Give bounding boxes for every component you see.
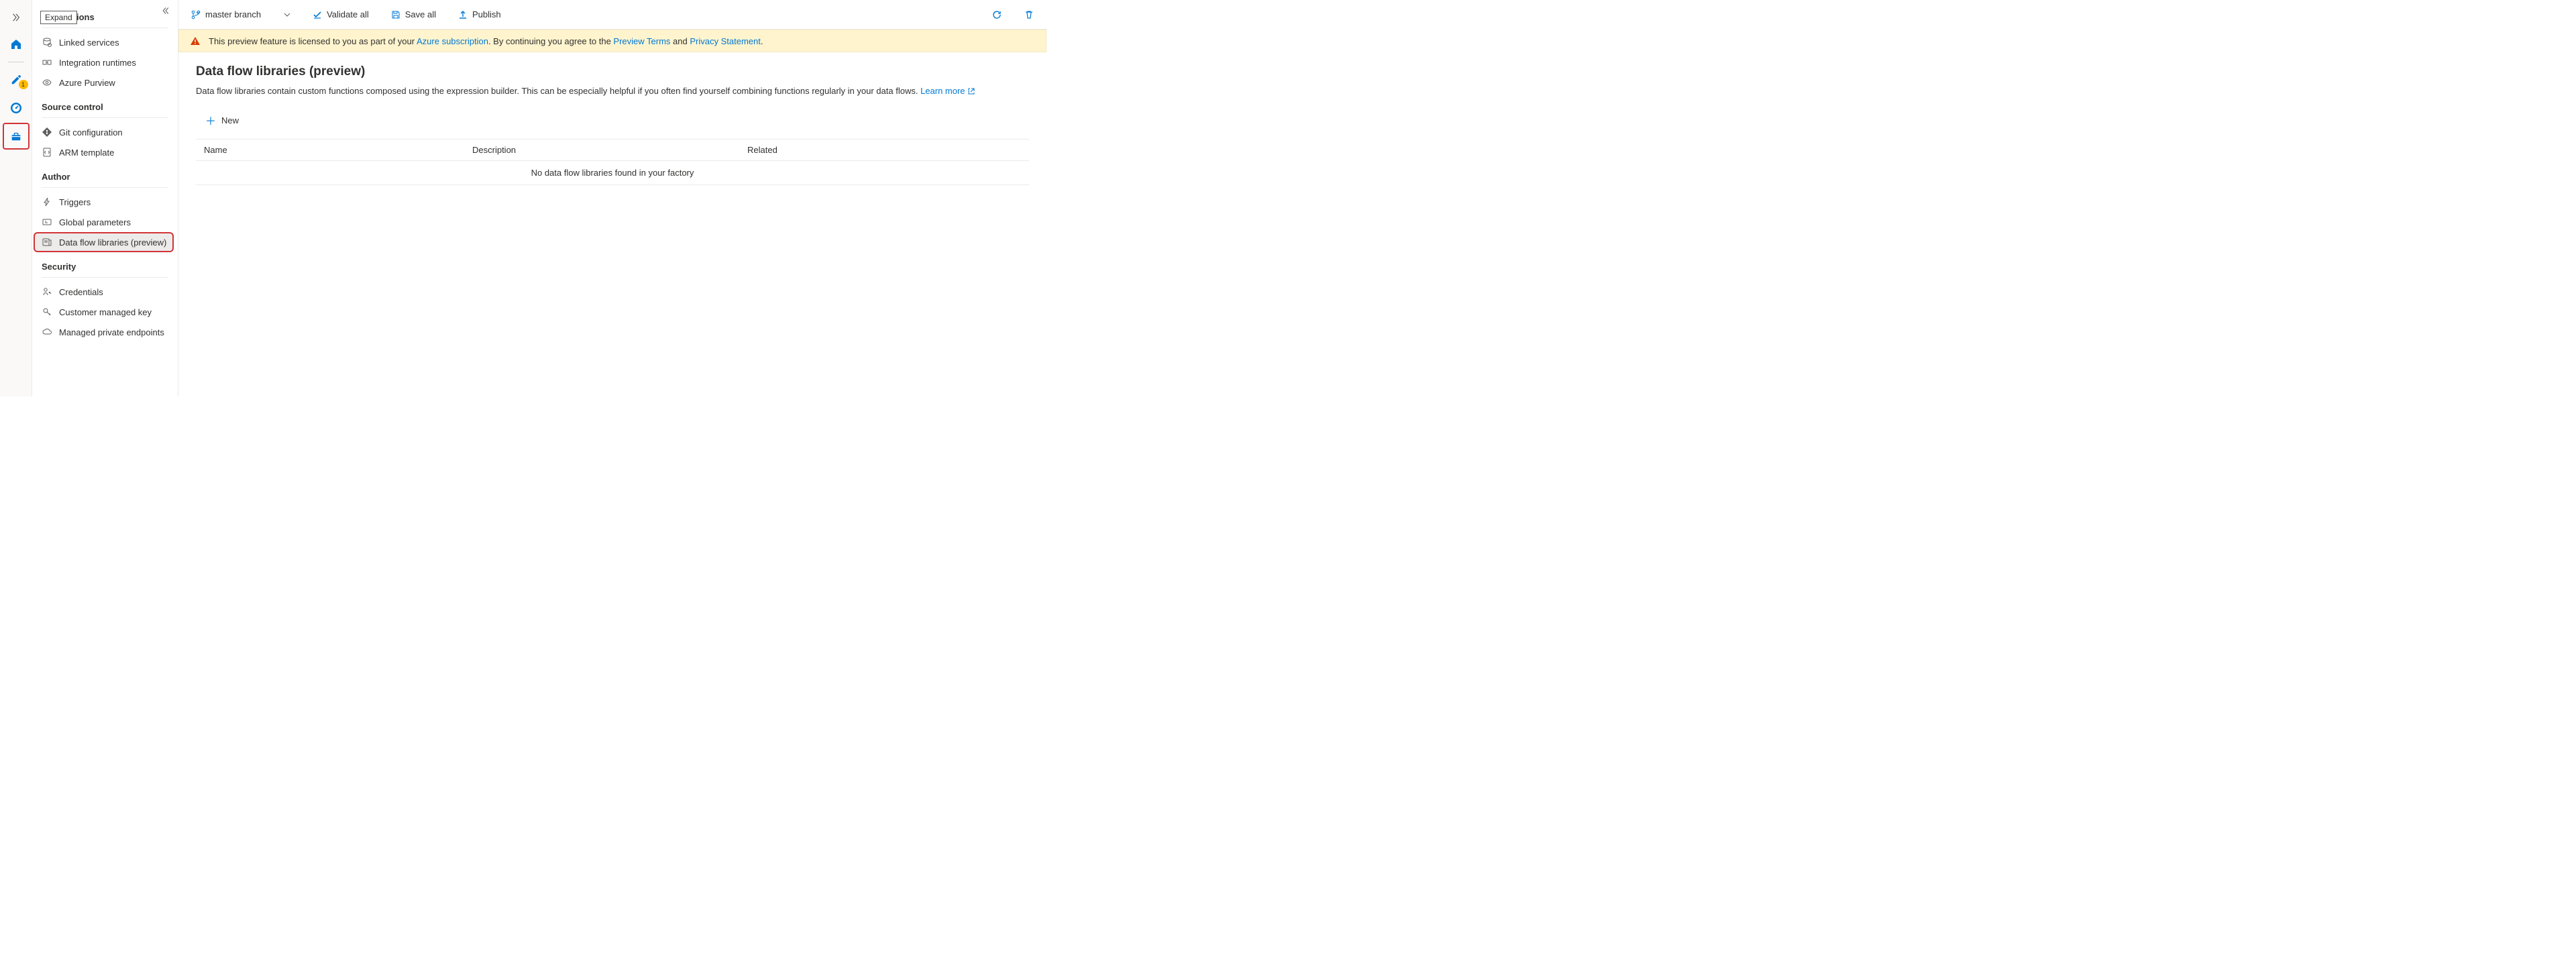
column-header-related[interactable]: Related [747,145,1021,155]
credentials-icon [42,286,52,297]
new-button-label: New [221,115,239,125]
publish-button[interactable]: Publish [453,7,505,23]
table-header: Name Description Related [196,140,1029,161]
sidebar-item-data-flow-libraries[interactable]: Data flow libraries (preview) [34,232,174,252]
save-all-button[interactable]: Save all [386,7,440,23]
nav-manage[interactable] [3,123,30,150]
sidebar-group-security: Security Credentials Customer managed ke… [32,258,178,342]
parameters-icon [42,217,52,227]
arm-template-icon [42,147,52,158]
external-link-icon [967,87,975,95]
sidebar-item-label: Linked services [59,38,119,48]
content: Data flow libraries (preview) Data flow … [178,52,1046,197]
delete-button[interactable] [1020,7,1038,23]
gauge-icon [9,101,23,115]
column-header-name[interactable]: Name [204,145,472,155]
nav-monitor[interactable] [3,95,30,121]
trigger-icon [42,197,52,207]
integration-runtimes-icon [42,57,52,68]
validate-icon [312,9,323,20]
settings-sidebar: Connections Linked services Integration … [32,0,178,396]
sidebar-item-label: Credentials [59,287,103,297]
key-icon [42,307,52,317]
branch-icon [191,9,201,20]
sidebar-divider [42,117,168,118]
chevron-double-right-icon [11,13,21,22]
sidebar-item-label: Customer managed key [59,307,152,317]
sidebar-item-label: Azure Purview [59,78,115,88]
toolbar: master branch Validate all Save all Publ… [178,0,1046,30]
sidebar-group-source-control: Source control Git configuration ARM tem… [32,98,178,162]
linked-services-icon [42,37,52,48]
branch-label: master branch [205,9,261,19]
banner-link-privacy[interactable]: Privacy Statement [690,36,761,46]
toolbox-icon [10,130,22,142]
toolbar-button-label: Validate all [327,9,369,19]
sidebar-item-azure-purview[interactable]: Azure Purview [32,72,178,93]
page-title: Data flow libraries (preview) [196,64,1029,79]
nav-home[interactable] [3,31,30,58]
expand-rail-button[interactable] [3,5,30,30]
purview-icon [42,77,52,88]
sidebar-item-label: ARM template [59,148,114,158]
banner-text: This preview feature is licensed to you … [209,36,763,46]
chevron-down-icon [284,11,290,18]
new-button[interactable]: ＋ New [200,108,244,132]
sidebar-item-linked-services[interactable]: Linked services [32,32,178,52]
chevron-double-left-icon [162,7,170,15]
sidebar-item-label: Global parameters [59,217,131,227]
banner-link-preview-terms[interactable]: Preview Terms [613,36,670,46]
toolbar-button-label: Publish [472,9,501,19]
home-icon [9,38,23,51]
banner-link-subscription[interactable]: Azure subscription [417,36,488,46]
sidebar-item-triggers[interactable]: Triggers [32,192,178,212]
validate-all-button[interactable]: Validate all [308,7,373,23]
sidebar-item-git-configuration[interactable]: Git configuration [32,122,178,142]
sidebar-item-label: Data flow libraries (preview) [59,237,166,248]
warning-icon [190,36,201,46]
sidebar-item-label: Integration runtimes [59,58,136,68]
sidebar-divider [42,187,168,188]
column-header-description[interactable]: Description [472,145,747,155]
sidebar-group-title: Security [32,258,178,276]
sidebar-item-label: Managed private endpoints [59,327,164,337]
libraries-table: Name Description Related No data flow li… [196,139,1029,185]
cloud-lock-icon [42,327,52,337]
sidebar-group-title: Author [32,168,178,186]
save-icon [390,9,401,20]
learn-more-link[interactable]: Learn more [920,86,975,96]
nav-author[interactable]: 1 [3,66,30,93]
sidebar-item-customer-managed-key[interactable]: Customer managed key [32,302,178,322]
collapse-sidebar-button[interactable] [159,4,172,17]
sidebar-group-author: Author Triggers Global parameters Data f… [32,168,178,252]
sidebar-group-title: Source control [32,98,178,116]
sidebar-item-arm-template[interactable]: ARM template [32,142,178,162]
sidebar-divider [42,277,168,278]
sidebar-item-integration-runtimes[interactable]: Integration runtimes [32,52,178,72]
trash-icon [1024,9,1034,20]
sidebar-item-global-parameters[interactable]: Global parameters [32,212,178,232]
git-icon [42,127,52,138]
sidebar-item-credentials[interactable]: Credentials [32,282,178,302]
refresh-icon [991,9,1002,20]
library-icon [42,237,52,248]
preview-banner: This preview feature is licensed to you … [178,30,1046,52]
toolbar-button-label: Save all [405,9,436,19]
sidebar-item-managed-private-endpoints[interactable]: Managed private endpoints [32,322,178,342]
refresh-button[interactable] [987,7,1006,23]
nav-rail: Expand 1 [0,0,32,396]
sidebar-item-label: Triggers [59,197,91,207]
main-area: master branch Validate all Save all Publ… [178,0,1046,396]
expand-tooltip: Expand [40,11,77,24]
author-badge: 1 [19,80,28,89]
sidebar-item-label: Git configuration [59,127,123,138]
branch-picker[interactable]: master branch [186,7,294,23]
publish-icon [458,9,468,20]
page-description: Data flow libraries contain custom funct… [196,86,1029,96]
table-empty-state: No data flow libraries found in your fac… [196,161,1029,184]
plus-icon: ＋ [205,112,216,128]
